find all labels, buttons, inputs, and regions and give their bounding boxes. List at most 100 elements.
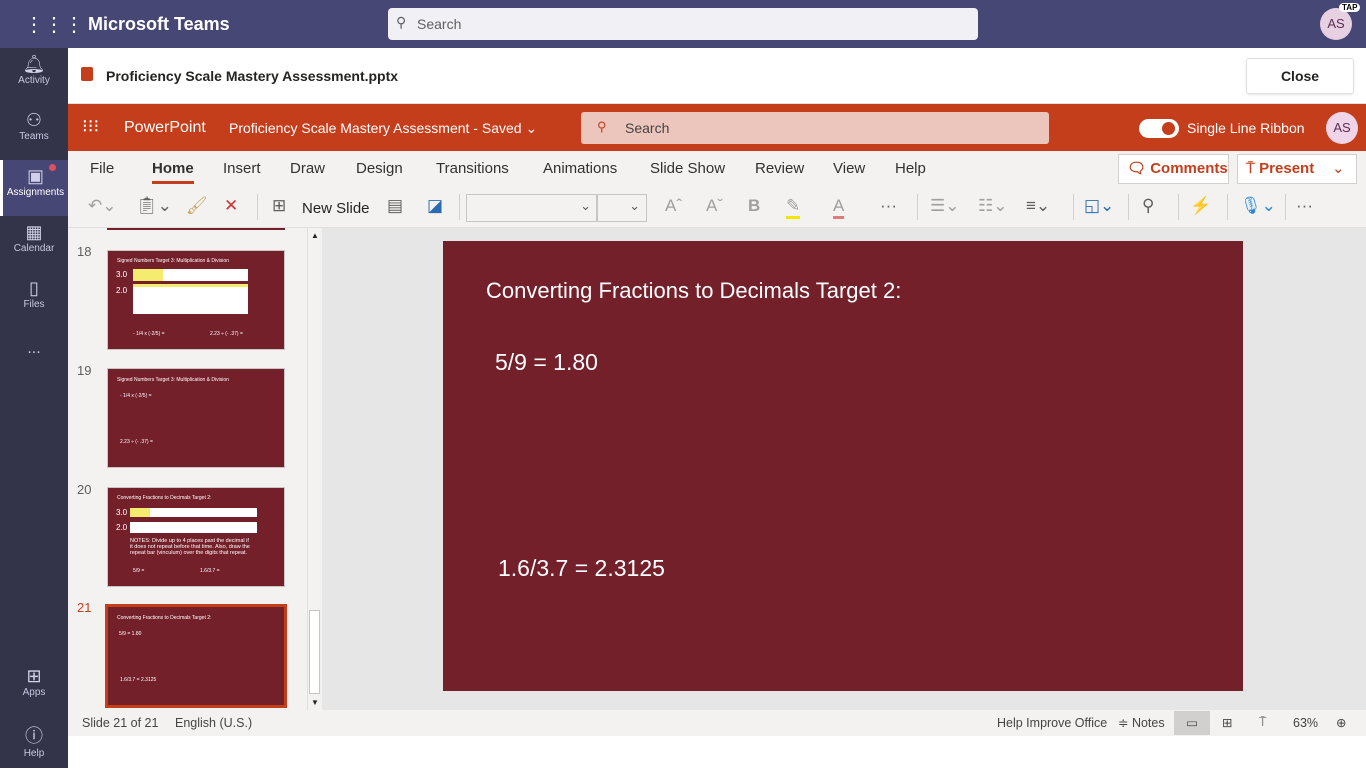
search-icon: ⚲ <box>597 119 607 134</box>
slide-thumbnail-19[interactable]: Signed Numbers Target 3: Multiplication … <box>107 368 285 468</box>
tab-help[interactable]: Help <box>895 160 926 177</box>
thumb-text: - 1/4 x (-2/5) = <box>120 393 152 399</box>
document-title[interactable]: Proficiency Scale Mastery Assessment - S… <box>229 120 537 137</box>
rail-label: Calendar <box>13 243 55 254</box>
slide-title[interactable]: Converting Fractions to Decimals Target … <box>486 278 901 304</box>
ribbon-toolbar: ↶⌄ 📋︎⌄ 🖌︎ ✕ ⊞ New Slide ▤ ◪ ⌄ ⌄ Aˆ Aˇ B … <box>68 186 1366 228</box>
rail-teams[interactable]: ⚇ Teams <box>0 104 68 160</box>
thumb-level: 2.0 <box>116 523 128 532</box>
reading-view-icon[interactable]: ⍑ <box>1259 715 1267 730</box>
font-color-icon[interactable]: A <box>833 196 845 219</box>
tab-draw[interactable]: Draw <box>290 160 325 177</box>
search-placeholder: Search <box>417 16 462 32</box>
rail-more[interactable]: ... <box>0 340 68 370</box>
decrease-font-icon[interactable]: Aˇ <box>706 196 723 216</box>
scrollbar-thumb[interactable] <box>309 610 320 694</box>
close-button[interactable]: Close <box>1246 58 1354 94</box>
thumb-title: Signed Numbers Target 3: Multiplication … <box>117 258 229 264</box>
font-size-select[interactable]: ⌄ <box>596 194 647 222</box>
slide-thumbnail-18[interactable]: Signed Numbers Target 3: Multiplication … <box>107 250 285 350</box>
teams-search-input[interactable]: ⚲ Search <box>388 8 978 40</box>
tab-view[interactable]: View <box>833 160 865 177</box>
align-icon[interactable]: ≡⌄ <box>1026 196 1050 216</box>
help-improve-office-button[interactable]: Help Improve Office <box>997 716 1107 730</box>
language-button[interactable]: English (U.S.) <box>175 716 252 730</box>
fit-to-window-icon[interactable]: ⊕ <box>1336 715 1346 730</box>
rail-assignments[interactable]: ▣ Assignments <box>0 160 68 216</box>
delete-icon[interactable]: ✕ <box>224 196 238 216</box>
find-icon[interactable]: ⚲ <box>1142 196 1154 216</box>
tab-review[interactable]: Review <box>755 160 804 177</box>
slide-thumbnail-21-selected[interactable]: Converting Fractions to Decimals Target … <box>105 604 287 708</box>
tab-slide-show[interactable]: Slide Show <box>650 160 725 177</box>
bullets-icon[interactable]: ☰⌄ <box>930 196 959 216</box>
increase-font-icon[interactable]: Aˆ <box>665 196 682 216</box>
slide-equation-2[interactable]: 1.6/3.7 = 2.3125 <box>498 555 665 582</box>
undo-icon[interactable]: ↶⌄ <box>88 196 117 216</box>
normal-view-icon[interactable]: ▭ <box>1174 711 1210 735</box>
ribbon-tabs: File Home Insert Draw Design Transitions… <box>68 151 1366 186</box>
file-name: Proficiency Scale Mastery Assessment.ppt… <box>106 68 399 84</box>
thumb-title: Signed Numbers Target 3: Multiplication … <box>117 377 229 383</box>
ppt-search-input[interactable]: ⚲ Search <box>581 112 1049 144</box>
file-header: Proficiency Scale Mastery Assessment.ppt… <box>68 48 1366 104</box>
slide-thumbnail-pane: 18 Signed Numbers Target 3: Multiplicati… <box>68 228 322 710</box>
notes-label: Notes <box>1131 716 1165 730</box>
slide-counter: Slide 21 of 21 <box>82 716 159 730</box>
assignments-icon: ▣ <box>26 166 44 186</box>
thumb-text: 5/9 = <box>133 568 145 574</box>
zoom-level[interactable]: 63% <box>1293 716 1318 730</box>
thumb-level: 3.0 <box>116 508 128 517</box>
bold-icon[interactable]: B <box>748 196 760 216</box>
slide-equation-1[interactable]: 5/9 = 1.80 <box>495 349 598 376</box>
new-slide-button[interactable]: New Slide <box>302 200 370 217</box>
notes-button[interactable]: ≑ Notes <box>1118 715 1165 730</box>
thumb-text: - 1/4 x (-2/5) = <box>133 331 165 337</box>
left-rail: 🔔︎ Activity ⚇ Teams ▣ Assignments ▦ Calendar… <box>0 48 68 768</box>
tab-file[interactable]: File <box>90 160 114 177</box>
slide-number: 19 <box>77 363 92 378</box>
tab-home[interactable]: Home <box>152 160 194 184</box>
comment-icon: 🗨︎ <box>1127 160 1151 177</box>
rail-help[interactable]: ⓘ Help <box>0 716 68 772</box>
slide-thumbnail-20[interactable]: Converting Fractions to Decimals Target … <box>107 487 285 587</box>
rail-files[interactable]: ▯ Files <box>0 272 68 328</box>
thumb-text: 1.6/3.7 = <box>200 568 220 574</box>
format-painter-icon[interactable]: 🖌︎ <box>186 196 208 216</box>
powerpoint-header: ⁝⁝⁝ PowerPoint Proficiency Scale Mastery… <box>68 104 1366 151</box>
thumb-text: 2.23 ÷ (- .37) = <box>210 331 243 337</box>
current-slide[interactable]: Converting Fractions to Decimals Target … <box>443 241 1243 691</box>
slide-sorter-icon[interactable]: ⊞ <box>1222 715 1232 730</box>
tab-insert[interactable]: Insert <box>223 160 261 177</box>
tab-transitions[interactable]: Transitions <box>436 160 509 177</box>
designer-icon[interactable]: ⚡ <box>1190 196 1211 216</box>
dictate-icon[interactable]: 🎙︎⌄ <box>1240 196 1276 216</box>
rail-label: Assignments <box>6 187 65 198</box>
rail-activity[interactable]: 🔔︎ Activity <box>0 48 68 104</box>
rail-apps[interactable]: ⊞ Apps <box>0 660 68 716</box>
rail-calendar[interactable]: ▦ Calendar <box>0 216 68 272</box>
single-line-ribbon-toggle[interactable] <box>1139 119 1179 138</box>
comments-button[interactable]: 🗨︎ Comments <box>1118 154 1229 184</box>
background-icon[interactable]: ◪ <box>427 196 443 216</box>
tab-animations[interactable]: Animations <box>543 160 617 177</box>
pptx-file-icon <box>81 67 93 81</box>
numbering-icon[interactable]: ☷⌄ <box>978 196 1007 216</box>
layout-icon[interactable]: ▤ <box>387 196 403 216</box>
waffle-icon[interactable]: ⁝⁝⁝ <box>82 116 99 137</box>
ppt-avatar[interactable]: AS <box>1326 112 1358 144</box>
tab-design[interactable]: Design <box>356 160 403 177</box>
highlight-icon[interactable]: ✎ <box>786 196 801 219</box>
thumbnail-scrollbar[interactable]: ▲ ▼ <box>307 228 321 710</box>
app-launcher-icon[interactable]: ⋮⋮⋮ <box>24 12 84 37</box>
present-button[interactable]: ⍑ Present ⌄ <box>1237 154 1357 184</box>
font-family-select[interactable]: ⌄ <box>466 194 598 222</box>
shapes-icon[interactable]: ◱⌄ <box>1084 196 1114 216</box>
app-title: Microsoft Teams <box>88 14 230 34</box>
avatar[interactable]: AS <box>1320 8 1352 40</box>
paste-icon[interactable]: 📋︎⌄ <box>136 196 172 216</box>
more-font-options-icon[interactable]: ··· <box>880 196 897 216</box>
more-options-icon[interactable]: ··· <box>1296 196 1313 216</box>
files-icon: ▯ <box>29 278 39 298</box>
chevron-down-icon[interactable]: ⌄ <box>1332 155 1345 183</box>
